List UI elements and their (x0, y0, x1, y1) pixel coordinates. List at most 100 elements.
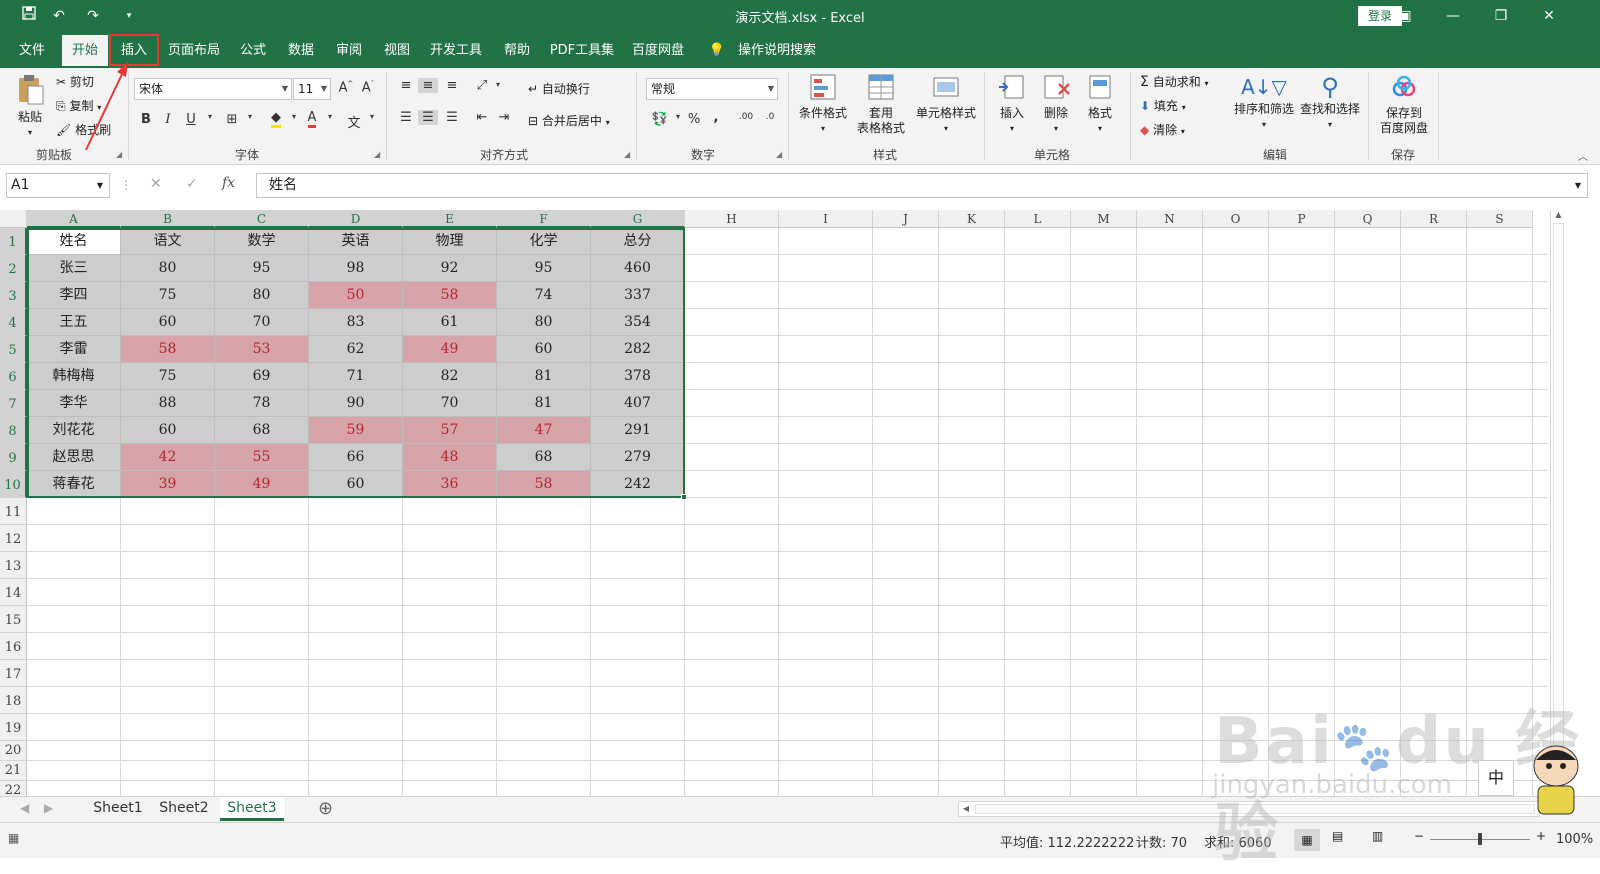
header-cell[interactable]: 数学 (215, 228, 309, 255)
table-cell[interactable]: 88 (121, 390, 215, 417)
lightbulb-icon[interactable]: 💡 (708, 35, 726, 66)
fill-color-dropdown-icon[interactable]: ▾ (284, 112, 304, 121)
row-header[interactable]: 11 (0, 498, 27, 525)
row-header[interactable]: 13 (0, 552, 27, 579)
align-bottom-icon[interactable]: ≡ (442, 78, 462, 93)
table-cell[interactable]: 66 (309, 444, 403, 471)
tab-view[interactable]: 视图 (376, 35, 418, 66)
merge-center-button[interactable]: ⊟ 合并后居中 ▾ (528, 112, 610, 129)
add-sheet-icon[interactable]: ⊕ (318, 798, 333, 819)
table-cell[interactable]: 58 (403, 282, 497, 309)
table-cell[interactable]: 张三 (27, 255, 121, 282)
table-cell[interactable]: 50 (309, 282, 403, 309)
header-cell[interactable]: 姓名 (27, 228, 121, 255)
table-cell[interactable]: 291 (591, 417, 685, 444)
align-top-icon[interactable]: ≡ (396, 78, 416, 93)
header-cell[interactable]: 化学 (497, 228, 591, 255)
column-header[interactable]: H (685, 210, 779, 228)
row-header[interactable]: 16 (0, 633, 27, 660)
row-header[interactable]: 5 (0, 336, 27, 363)
border-icon[interactable]: ⊞ (222, 112, 242, 127)
row-header[interactable]: 20 (0, 741, 27, 761)
decrease-decimal-icon[interactable]: .0 (760, 112, 780, 122)
restore-icon[interactable]: ❐ (1478, 0, 1524, 32)
alignment-launcher-icon[interactable]: ◢ (624, 150, 630, 159)
table-cell[interactable]: 74 (497, 282, 591, 309)
table-cell[interactable]: 59 (309, 417, 403, 444)
header-cell[interactable]: 语文 (121, 228, 215, 255)
sheet-tab-2[interactable]: Sheet2 (154, 797, 214, 821)
table-cell[interactable]: 韩梅梅 (27, 363, 121, 390)
table-cell[interactable]: 60 (121, 309, 215, 336)
phonetic-dropdown-icon[interactable]: ▾ (362, 112, 382, 121)
table-cell[interactable]: 53 (215, 336, 309, 363)
table-cell[interactable]: 98 (309, 255, 403, 282)
table-cell[interactable]: 57 (403, 417, 497, 444)
column-header[interactable]: S (1467, 210, 1533, 228)
column-header[interactable]: C (215, 210, 309, 228)
comma-button[interactable]: , (706, 110, 726, 125)
orientation-dropdown-icon[interactable]: ▾ (488, 80, 508, 89)
align-right-icon[interactable]: ☰ (442, 110, 462, 125)
tell-me-search[interactable]: 操作说明搜索 (732, 35, 822, 66)
table-cell[interactable]: 81 (497, 390, 591, 417)
table-cell[interactable]: 刘花花 (27, 417, 121, 444)
table-cell[interactable]: 蒋春花 (27, 471, 121, 498)
format-as-table-button[interactable]: 套用 表格格式 (852, 72, 910, 136)
column-header[interactable]: Q (1335, 210, 1401, 228)
column-header[interactable]: P (1269, 210, 1335, 228)
row-header[interactable]: 21 (0, 761, 27, 781)
column-header[interactable]: K (939, 210, 1005, 228)
column-header[interactable]: M (1071, 210, 1137, 228)
column-header[interactable]: F (497, 210, 591, 228)
table-cell[interactable]: 75 (121, 282, 215, 309)
table-cell[interactable]: 80 (497, 309, 591, 336)
table-cell[interactable]: 83 (309, 309, 403, 336)
format-cells-button[interactable]: 格式 ▾ (1080, 72, 1120, 136)
font-launcher-icon[interactable]: ◢ (374, 150, 380, 159)
table-cell[interactable]: 75 (121, 363, 215, 390)
fill-handle[interactable] (681, 494, 687, 500)
wrap-text-button[interactable]: ↵ 自动换行 (528, 80, 590, 97)
table-cell[interactable]: 378 (591, 363, 685, 390)
tab-data[interactable]: 数据 (280, 35, 322, 66)
conditional-format-button[interactable]: 条件格式 ▾ (796, 72, 850, 136)
find-select-button[interactable]: ⚲ 查找和选择 ▾ (1298, 72, 1362, 132)
column-header[interactable]: B (121, 210, 215, 228)
row-header[interactable]: 19 (0, 714, 27, 741)
table-cell[interactable]: 58 (497, 471, 591, 498)
row-header[interactable]: 7 (0, 390, 27, 417)
table-cell[interactable]: 49 (215, 471, 309, 498)
tab-formulas[interactable]: 公式 (232, 35, 274, 66)
table-cell[interactable]: 王五 (27, 309, 121, 336)
header-cell[interactable]: 英语 (309, 228, 403, 255)
table-cell[interactable]: 81 (497, 363, 591, 390)
table-cell[interactable]: 68 (215, 417, 309, 444)
row-header[interactable]: 12 (0, 525, 27, 552)
table-cell[interactable]: 62 (309, 336, 403, 363)
table-cell[interactable]: 58 (121, 336, 215, 363)
scroll-right-icon[interactable]: ▶ (44, 801, 53, 815)
table-cell[interactable]: 47 (497, 417, 591, 444)
table-cell[interactable]: 354 (591, 309, 685, 336)
row-header[interactable]: 6 (0, 363, 27, 390)
table-cell[interactable]: 60 (497, 336, 591, 363)
table-cell[interactable]: 42 (121, 444, 215, 471)
row-header[interactable]: 14 (0, 579, 27, 606)
align-center-icon[interactable]: ☰ (418, 110, 438, 125)
align-middle-icon[interactable]: ≡ (418, 78, 438, 93)
delete-cells-button[interactable]: 删除 ▾ (1036, 72, 1076, 136)
ribbon-display-icon[interactable]: ▣ (1382, 0, 1428, 32)
column-header[interactable]: J (873, 210, 939, 228)
number-format-select[interactable]: 常规 ▼ (646, 78, 778, 100)
row-header[interactable]: 3 (0, 282, 27, 309)
table-cell[interactable]: 李雷 (27, 336, 121, 363)
underline-dropdown-icon[interactable]: ▾ (200, 112, 220, 121)
table-cell[interactable]: 279 (591, 444, 685, 471)
table-cell[interactable]: 71 (309, 363, 403, 390)
column-header[interactable]: L (1005, 210, 1071, 228)
table-cell[interactable]: 49 (403, 336, 497, 363)
column-header[interactable]: A (27, 210, 121, 228)
formula-input[interactable]: 姓名 ▼ (256, 173, 1588, 198)
table-cell[interactable]: 李四 (27, 282, 121, 309)
